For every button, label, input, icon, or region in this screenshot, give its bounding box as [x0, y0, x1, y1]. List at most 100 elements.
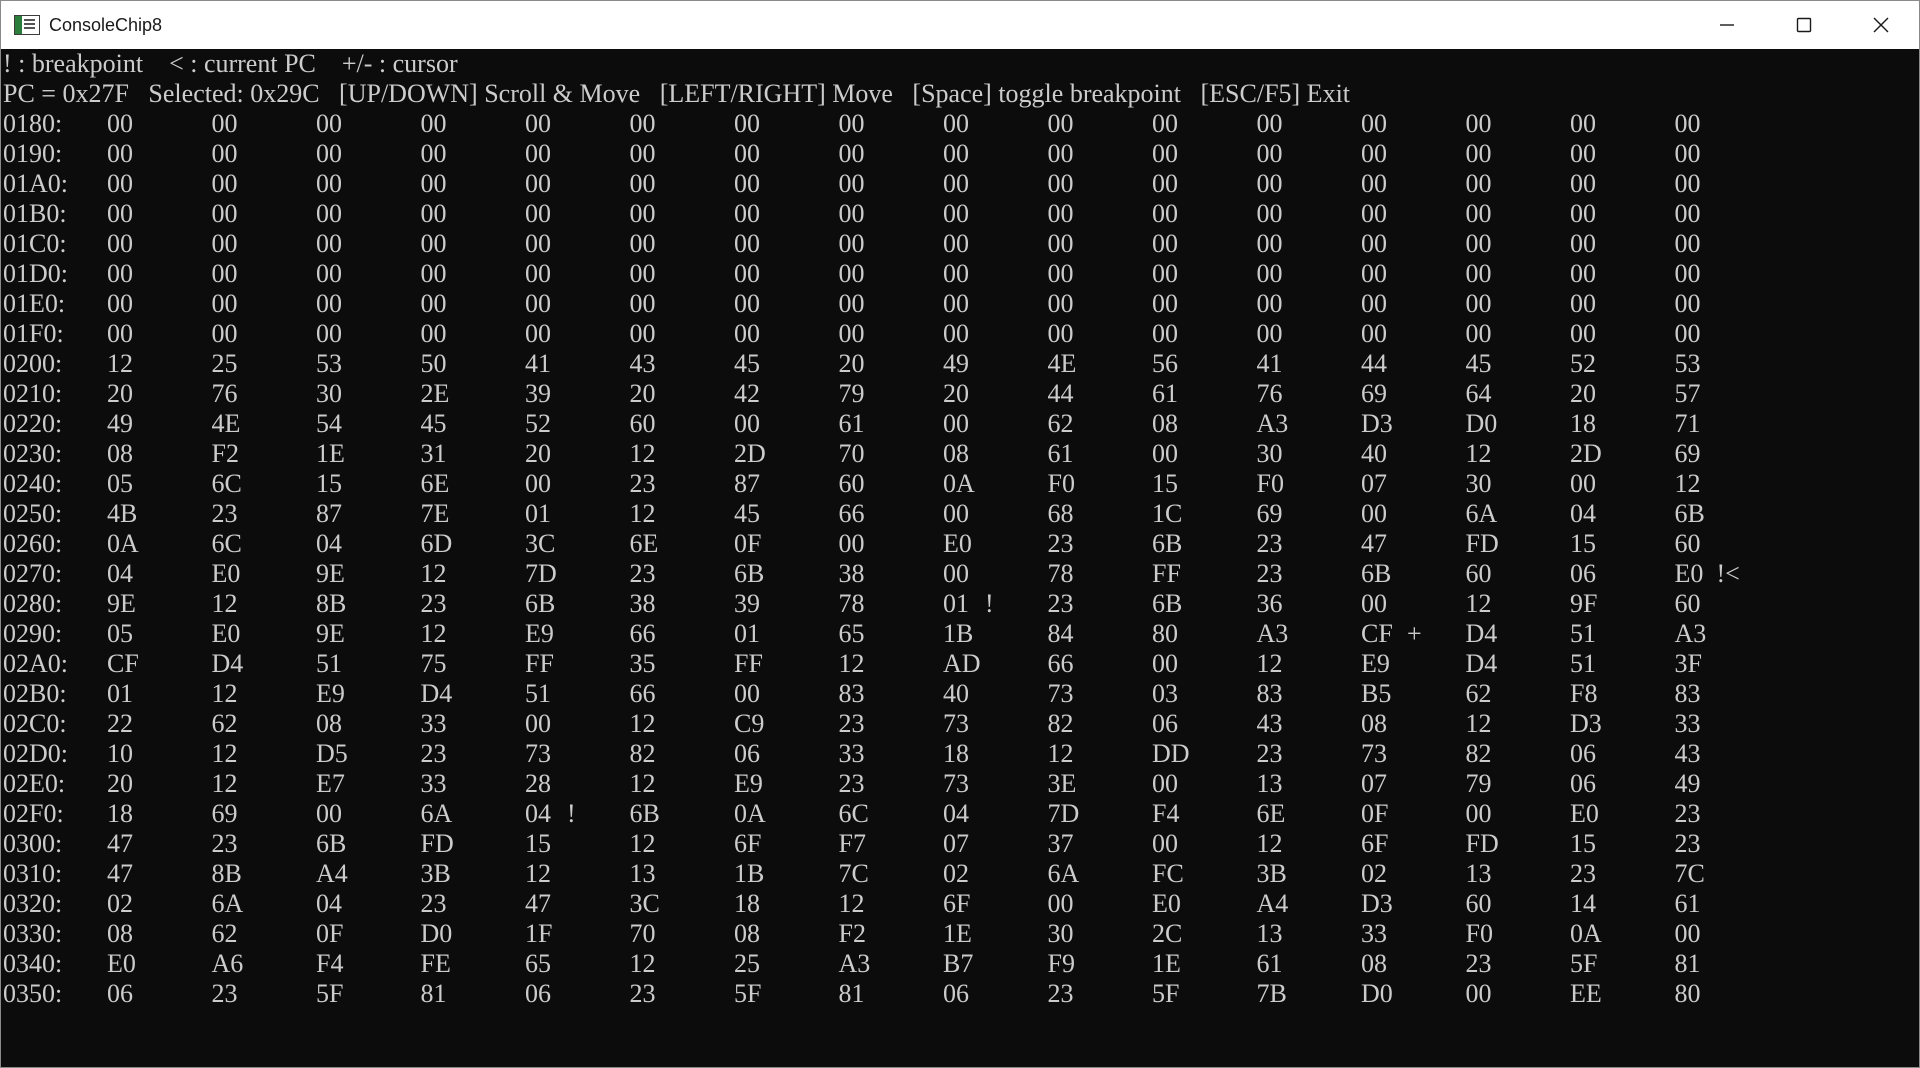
byte-cell[interactable]: A4 — [316, 859, 348, 889]
byte-cell[interactable]: 5F — [1570, 949, 1597, 979]
byte-cell[interactable]: E0 — [943, 529, 972, 559]
byte-cell[interactable]: 53 — [316, 349, 342, 379]
byte-cell[interactable]: 00 — [1048, 289, 1074, 319]
memory-row[interactable]: 02E0: 20 12 E7 33 28 12 E9 23 73 3E 00 13 07 79 06 49 — [3, 769, 1903, 799]
byte-cell[interactable]: 00 — [630, 259, 656, 289]
byte-cell[interactable]: 38 — [839, 559, 865, 589]
byte-cell[interactable]: 51 — [1570, 649, 1596, 679]
byte-cell[interactable]: E9 — [1361, 649, 1390, 679]
byte-cell[interactable]: 23 — [630, 979, 656, 1009]
byte-cell[interactable]: 00 — [1466, 319, 1492, 349]
byte-cell[interactable]: 6F — [1361, 829, 1388, 859]
byte-cell[interactable]: 23 — [1257, 739, 1283, 769]
byte-cell[interactable]: 53 — [1675, 349, 1701, 379]
byte-cell[interactable]: 00 — [421, 139, 447, 169]
byte-cell[interactable]: 23 — [1048, 589, 1074, 619]
byte-cell[interactable]: 00 — [1361, 289, 1387, 319]
byte-cell[interactable]: 62 — [1048, 409, 1074, 439]
byte-cell[interactable]: 00 — [525, 319, 551, 349]
byte-cell[interactable]: 3E — [1048, 769, 1077, 799]
byte-cell[interactable]: 00 — [1675, 289, 1701, 319]
byte-cell[interactable]: 60 — [1466, 559, 1492, 589]
byte-cell[interactable]: 45 — [421, 409, 447, 439]
byte-cell[interactable]: F0 — [1257, 469, 1284, 499]
byte-cell[interactable]: 33 — [1361, 919, 1387, 949]
byte-cell[interactable]: 00 — [107, 109, 133, 139]
byte-cell[interactable]: 2C — [1152, 919, 1182, 949]
byte-cell[interactable]: FF — [1152, 559, 1181, 589]
byte-cell[interactable]: 00 — [1675, 199, 1701, 229]
byte-cell[interactable]: 12 — [421, 619, 447, 649]
byte-cell[interactable]: 06 — [1570, 739, 1596, 769]
byte-cell[interactable]: FD — [1466, 829, 1499, 859]
byte-cell[interactable]: 23 — [1048, 979, 1074, 1009]
byte-cell[interactable]: 00 — [1675, 109, 1701, 139]
byte-cell[interactable]: 00 — [316, 799, 342, 829]
byte-cell[interactable]: 20 — [839, 349, 865, 379]
byte-cell[interactable]: D4 — [212, 649, 244, 679]
byte-cell[interactable]: 00 — [1570, 139, 1596, 169]
byte-cell[interactable]: FE — [421, 949, 451, 979]
byte-cell[interactable]: 00 — [943, 499, 969, 529]
byte-cell[interactable]: 47 — [525, 889, 551, 919]
byte-cell[interactable]: 13 — [1257, 769, 1283, 799]
byte-cell[interactable]: 1B — [734, 859, 764, 889]
byte-cell[interactable]: 07 — [1361, 469, 1387, 499]
memory-row[interactable]: 01A0: 00 00 00 00 00 00 00 00 00 00 00 00 00 00 00 00 — [3, 169, 1903, 199]
byte-cell[interactable]: 00 — [1257, 169, 1283, 199]
byte-cell[interactable]: 61 — [839, 409, 865, 439]
byte-cell[interactable]: 06 — [734, 739, 760, 769]
byte-cell[interactable]: 82 — [1466, 739, 1492, 769]
byte-cell[interactable]: 30 — [1466, 469, 1492, 499]
byte-cell[interactable]: 83 — [1257, 679, 1283, 709]
byte-cell[interactable]: E0 — [107, 949, 136, 979]
byte-cell[interactable]: 12 — [630, 769, 656, 799]
memory-row[interactable]: 01D0: 00 00 00 00 00 00 00 00 00 00 00 00 00 00 00 00 — [3, 259, 1903, 289]
byte-cell[interactable]: 65 — [525, 949, 551, 979]
byte-cell[interactable]: E9 — [316, 679, 345, 709]
byte-cell[interactable]: 02 — [107, 889, 133, 919]
memory-row[interactable]: 0290: 05 E0 9E 12 E9 66 01 65 1B 84 80 A3 CF D4 51 A3 + — [3, 619, 1903, 649]
byte-cell[interactable]: 07 — [943, 829, 969, 859]
byte-cell[interactable]: 00 — [1466, 799, 1492, 829]
byte-cell[interactable]: 1B — [943, 619, 973, 649]
byte-cell[interactable]: 78 — [1048, 559, 1074, 589]
byte-cell[interactable]: 6E — [1257, 799, 1286, 829]
byte-cell[interactable]: B7 — [943, 949, 973, 979]
byte-cell[interactable]: 00 — [1152, 769, 1178, 799]
byte-cell[interactable]: A4 — [1257, 889, 1289, 919]
byte-cell[interactable]: 15 — [1570, 529, 1596, 559]
byte-cell[interactable]: 79 — [839, 379, 865, 409]
byte-cell[interactable]: 00 — [212, 259, 238, 289]
memory-row[interactable]: 02F0: 18 69 00 6A 04 6B 0A 6C 04 7D F4 6E 0F 00 E0 23! — [3, 799, 1903, 829]
byte-cell[interactable]: 05 — [107, 619, 133, 649]
byte-cell[interactable]: 62 — [1466, 679, 1492, 709]
byte-cell[interactable]: 4E — [212, 409, 241, 439]
byte-cell[interactable]: 33 — [1675, 709, 1701, 739]
memory-row[interactable]: 02D0: 10 12 D5 23 73 82 06 33 18 12 DD 23 73 82 06 43 — [3, 739, 1903, 769]
byte-cell[interactable]: 40 — [1361, 439, 1387, 469]
byte-cell[interactable]: 00 — [734, 679, 760, 709]
byte-cell[interactable]: 62 — [212, 919, 238, 949]
byte-cell[interactable]: 00 — [1466, 199, 1492, 229]
byte-cell[interactable]: 66 — [630, 679, 656, 709]
byte-cell[interactable]: 6F — [734, 829, 761, 859]
byte-cell[interactable]: 00 — [943, 559, 969, 589]
byte-cell[interactable]: 1E — [316, 439, 345, 469]
byte-cell[interactable]: 7B — [1257, 979, 1287, 1009]
byte-cell[interactable]: 00 — [630, 319, 656, 349]
byte-cell[interactable]: D4 — [421, 679, 453, 709]
byte-cell[interactable]: 06 — [1570, 559, 1596, 589]
byte-cell[interactable]: D3 — [1361, 409, 1393, 439]
byte-cell[interactable]: 51 — [316, 649, 342, 679]
console-output[interactable]: ! : breakpoint < : current PC +/- : curs… — [1, 49, 1919, 1067]
byte-cell[interactable]: 00 — [839, 229, 865, 259]
byte-cell[interactable]: 9F — [1570, 589, 1597, 619]
byte-cell[interactable]: 51 — [1570, 619, 1596, 649]
memory-row[interactable]: 01F0: 00 00 00 00 00 00 00 00 00 00 00 00 00 00 00 00 — [3, 319, 1903, 349]
byte-cell[interactable]: 00 — [1675, 169, 1701, 199]
byte-cell[interactable]: A3 — [839, 949, 871, 979]
byte-cell[interactable]: 00 — [1152, 169, 1178, 199]
byte-cell[interactable]: 00 — [839, 289, 865, 319]
byte-cell[interactable]: 0F — [316, 919, 343, 949]
